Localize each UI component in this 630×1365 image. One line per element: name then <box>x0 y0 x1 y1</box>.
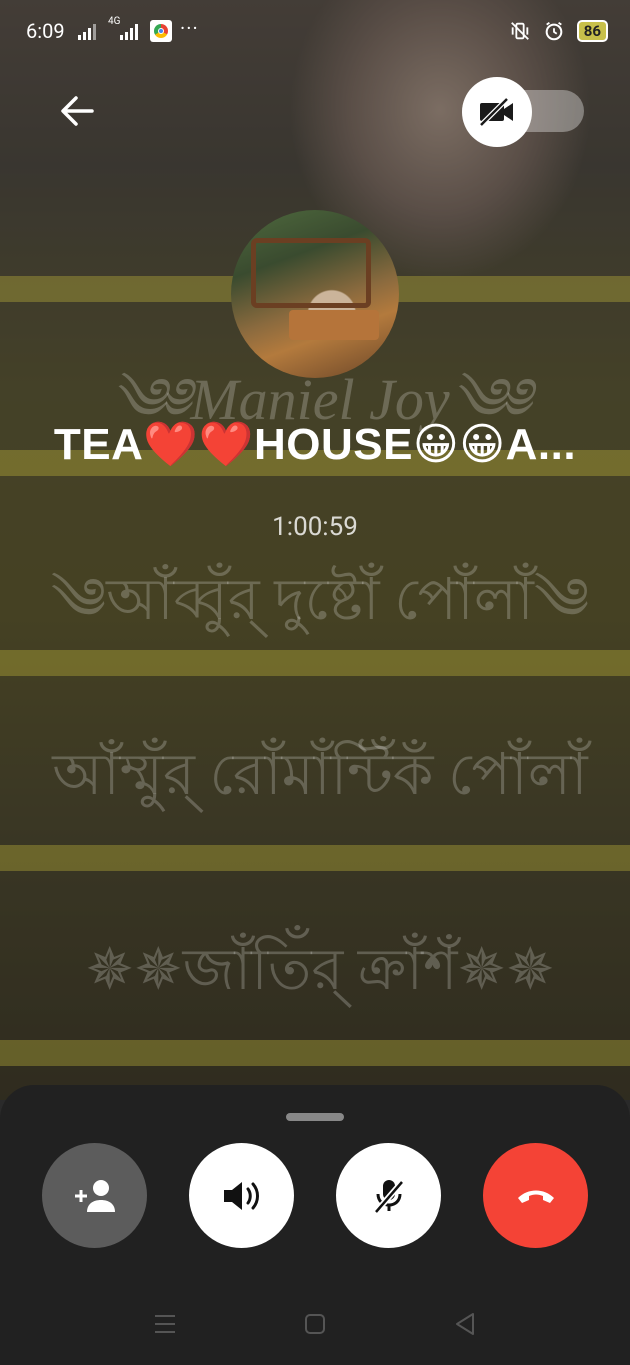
add-person-icon <box>74 1179 115 1212</box>
status-time: 6:09 <box>26 19 65 43</box>
bg-watermark-line3: আঁম্মুঁর্ রোঁমাঁন্টিঁকঁ পোঁলাঁ <box>52 742 588 807</box>
signal-icon <box>78 22 96 40</box>
more-notifications-icon: ··· <box>180 16 199 40</box>
mic-off-icon <box>373 1179 404 1214</box>
video-off-icon <box>479 97 513 127</box>
nav-back-button[interactable] <box>450 1309 480 1339</box>
vibrate-off-icon <box>510 22 529 40</box>
battery-indicator: 86 <box>576 20 608 42</box>
call-duration: 1:00:59 <box>272 512 358 542</box>
home-button[interactable] <box>300 1309 330 1339</box>
bg-stripe <box>0 845 630 871</box>
bg-watermark-line4: ✵✵জাঁতিঁর্ ক্রাঁশঁ✵✵ <box>85 937 555 1002</box>
home-square-icon <box>305 1314 325 1334</box>
caller-name: TEA❤️❤️HOUSE😀😀A... <box>53 420 577 469</box>
triangle-back-icon <box>456 1313 474 1335</box>
sheet-drag-handle[interactable] <box>286 1113 344 1121</box>
speaker-icon <box>223 1181 259 1210</box>
mute-button[interactable] <box>336 1143 441 1248</box>
caller-avatar <box>231 210 399 378</box>
end-call-icon <box>517 1190 554 1203</box>
arrow-left-icon <box>61 96 94 126</box>
bg-stripe <box>0 650 630 676</box>
add-participant-button[interactable] <box>42 1143 147 1248</box>
end-call-button[interactable] <box>483 1143 588 1248</box>
alarm-icon <box>545 21 563 41</box>
bg-stripe <box>0 1040 630 1066</box>
signal-icon-2 <box>120 22 138 40</box>
status-bar: 6:09 4G ··· 86 <box>0 0 630 62</box>
call-controls-sheet <box>0 1085 630 1365</box>
speaker-button[interactable] <box>189 1143 294 1248</box>
back-button[interactable] <box>52 88 102 134</box>
system-nav-bar <box>0 1295 630 1355</box>
menu-icon <box>155 1315 175 1333</box>
recent-apps-button[interactable] <box>150 1309 180 1339</box>
network-label: 4G <box>108 16 121 27</box>
chrome-icon <box>150 20 172 42</box>
video-toggle-knob[interactable] <box>462 77 532 147</box>
